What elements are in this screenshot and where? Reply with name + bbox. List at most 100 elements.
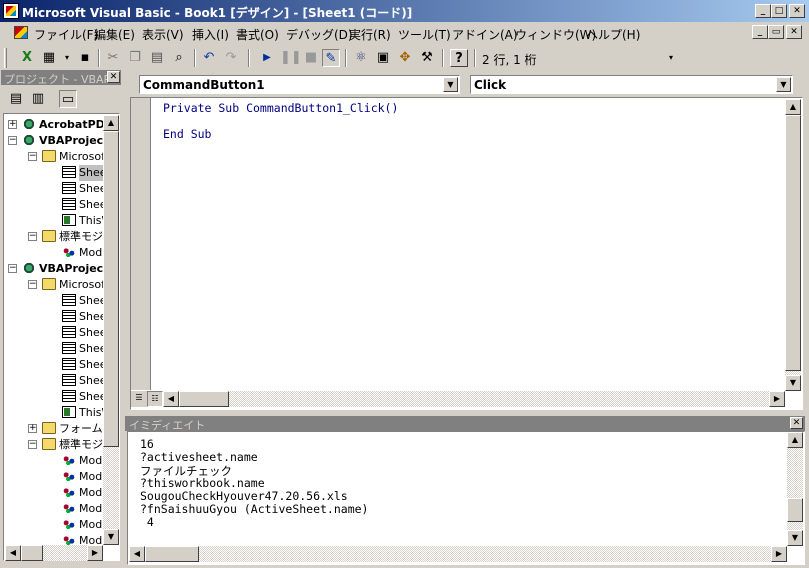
code-line[interactable]: End Sub [163,127,211,141]
minimize-button[interactable]: _ [755,4,771,18]
full-module-view-icon[interactable]: ☷ [147,391,163,407]
menu-view[interactable]: 表示(V) [142,26,184,43]
immediate-line[interactable]: 16 [140,437,154,451]
scroll-down-icon[interactable]: ▼ [787,530,803,546]
scroll-down-icon[interactable]: ▼ [785,375,801,391]
expand-icon[interactable]: + [8,120,17,129]
immediate-line[interactable]: SougouCheckHyouver47.20.56.xls [140,489,348,503]
vbe-app-icon[interactable] [3,3,19,19]
break-icon[interactable]: ❚❚ [280,49,302,67]
code-hscroll-thumb[interactable] [179,391,229,407]
immediate-window-title[interactable]: イミディエイト ✕ [125,416,805,432]
code-vscroll[interactable]: ▲ ▼ [785,99,801,391]
scroll-left-icon[interactable]: ◀ [129,546,145,562]
toolbar-separator [345,49,347,67]
mdi-restore-button[interactable]: ▭ [768,25,784,39]
immediate-hscroll[interactable]: ◀ ▶ [129,546,787,562]
collapse-icon[interactable]: − [28,232,37,241]
immediate-vscroll[interactable]: ▲ ▼ [787,432,803,546]
immediate-vscroll-thumb[interactable] [787,498,803,522]
properties-icon[interactable]: ▣ [374,49,392,67]
menu-insert[interactable]: 挿入(I) [192,26,229,43]
collapse-icon[interactable]: − [8,264,17,273]
find-icon[interactable]: ⌕ [170,49,188,67]
immediate-hscroll-thumb[interactable] [145,546,199,562]
cut-icon[interactable]: ✂ [104,49,122,67]
collapse-icon[interactable]: − [28,280,37,289]
scroll-left-icon[interactable]: ◀ [5,545,21,561]
collapse-icon[interactable]: − [8,136,17,145]
code-line[interactable]: Private Sub CommandButton1_Click() [163,101,398,115]
run-icon[interactable]: ▶ [258,49,276,67]
document-icon[interactable] [14,26,28,39]
menu-run[interactable]: 実行(R) [349,26,391,43]
module-icon [62,486,76,498]
view-object-icon[interactable]: ▥ [29,90,47,108]
scroll-up-icon[interactable]: ▲ [787,432,803,448]
scroll-right-icon[interactable]: ▶ [87,545,103,561]
chevron-down-icon[interactable]: ▼ [443,77,458,92]
code-editor[interactable] [130,97,803,410]
copy-icon[interactable]: ❐ [126,49,144,67]
project-tree-vscroll-thumb[interactable] [103,131,119,447]
insert-dropdown-icon[interactable]: ▾ [58,49,76,67]
toolbar-options-icon[interactable]: ▾ [662,49,680,67]
scroll-left-icon[interactable]: ◀ [163,391,179,407]
design-mode-icon[interactable]: ✎ [322,49,340,67]
menu-window[interactable]: ウィンドウ(W) [515,26,596,43]
maximize-button[interactable]: □ [771,4,787,18]
project-panel-title[interactable]: プロジェクト - VBAProject ✕ [1,70,121,86]
code-view-toggle: ☰ ☷ [131,391,163,407]
procedure-view-icon[interactable]: ☰ [131,391,147,407]
project-panel-close-button[interactable]: ✕ [107,71,120,83]
collapse-icon[interactable]: − [28,152,37,161]
chevron-down-icon[interactable]: ▼ [776,77,791,92]
toolbox-icon[interactable]: ⚒ [418,49,436,67]
menu-addins[interactable]: アドイン(A) [452,26,518,43]
menu-edit[interactable]: 編集(E) [94,26,135,43]
collapse-icon[interactable]: − [28,440,37,449]
expand-icon[interactable]: + [28,424,37,433]
close-button[interactable]: ✕ [789,4,805,18]
menu-file[interactable]: ファイル(F) [34,26,98,43]
object-combo[interactable]: CommandButton1 ▼ [139,75,460,94]
menu-format[interactable]: 書式(O) [236,26,279,43]
insert-module-icon[interactable]: ▦ [40,49,58,67]
excel-icon[interactable]: X [18,49,36,67]
immediate-line[interactable]: 4 [140,515,154,529]
menu-tools[interactable]: ツール(T) [398,26,451,43]
menu-help[interactable]: ヘルプ(H) [586,26,640,43]
project-tree-vscroll[interactable]: ▲ ▼ [103,115,119,545]
tree-item[interactable]: フォーム [42,421,103,437]
project-tree-hscroll-thumb[interactable] [21,545,43,561]
immediate-line[interactable]: ?activesheet.name [140,450,258,464]
redo-icon[interactable]: ↷ [222,49,240,67]
object-browser-icon[interactable]: ✥ [396,49,414,67]
code-margin-indicator-bar[interactable] [131,98,151,390]
toolbar-grip[interactable] [4,48,7,68]
immediate-close-button[interactable]: ✕ [790,417,803,429]
procedure-combo[interactable]: Click ▼ [470,75,793,94]
toggle-folders-icon[interactable]: ▭ [59,90,77,108]
undo-icon[interactable]: ↶ [200,49,218,67]
mdi-minimize-button[interactable]: _ [752,25,768,39]
code-vscroll-thumb[interactable] [785,115,801,371]
scroll-right-icon[interactable]: ▶ [771,546,787,562]
project-explorer-icon[interactable]: ⚛ [352,49,370,67]
immediate-line[interactable]: ?thisworkbook.name [140,476,265,490]
project-tree-hscroll[interactable]: ◀ ▶ [5,545,103,561]
mdi-close-button[interactable]: ✕ [786,25,802,39]
scroll-up-icon[interactable]: ▲ [103,115,119,131]
code-hscroll[interactable]: ◀ ▶ [163,391,785,407]
immediate-window[interactable]: 16 ?activesheet.name ファイルチェック ?thisworkb… [127,431,805,565]
paste-icon[interactable]: ▤ [148,49,166,67]
scroll-right-icon[interactable]: ▶ [769,391,785,407]
save-icon[interactable]: ▪ [76,49,94,67]
scroll-down-icon[interactable]: ▼ [103,529,119,545]
view-code-icon[interactable]: ▤ [7,90,25,108]
menu-debug[interactable]: デバッグ(D) [286,26,353,43]
scroll-up-icon[interactable]: ▲ [785,99,801,115]
immediate-line[interactable]: ?fnSaishuuGyou (ActiveSheet.name) [140,502,368,516]
help-icon[interactable]: ? [450,49,468,67]
reset-icon[interactable]: ■ [302,49,320,67]
